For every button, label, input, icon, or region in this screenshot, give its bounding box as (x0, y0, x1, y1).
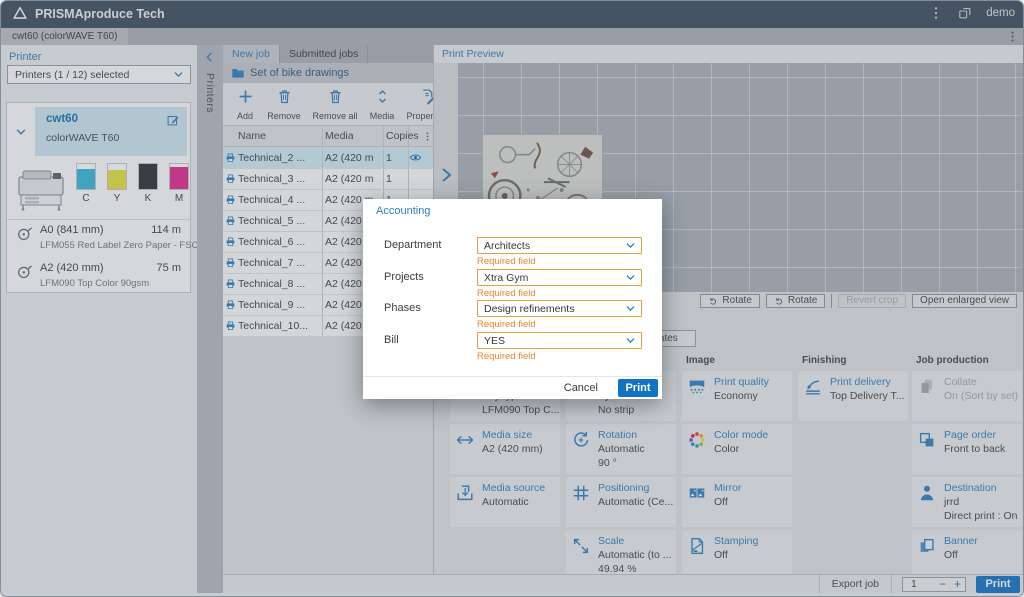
dialog-footer: Cancel Print (363, 376, 662, 399)
dialog-print-button[interactable]: Print (618, 379, 658, 397)
chevron-down-icon (624, 239, 637, 252)
cancel-button[interactable]: Cancel (554, 382, 608, 394)
field-label: Projects (384, 271, 424, 283)
app-window: PRISMAproduce Tech demo cwt60 (colorWAVE… (0, 0, 1024, 597)
phases-select[interactable]: Design refinements (477, 300, 642, 317)
chevron-down-icon (624, 271, 637, 284)
select-value: Architects (484, 240, 530, 252)
required-field-hint: Required field (477, 288, 536, 299)
select-value: YES (484, 335, 505, 347)
department-select[interactable]: Architects (477, 237, 642, 254)
select-value: Design refinements (484, 303, 574, 315)
required-field-hint: Required field (477, 351, 536, 362)
dialog-title: Accounting (376, 205, 430, 217)
required-field-hint: Required field (477, 319, 536, 330)
select-value: Xtra Gym (484, 272, 528, 284)
accounting-dialog: Accounting Department Architects Required … (363, 199, 662, 399)
field-label: Phases (384, 302, 421, 314)
chevron-down-icon (624, 334, 637, 347)
field-label: Bill (384, 334, 399, 346)
bill-select[interactable]: YES (477, 332, 642, 349)
chevron-down-icon (624, 302, 637, 315)
projects-select[interactable]: Xtra Gym (477, 269, 642, 286)
field-label: Department (384, 239, 441, 251)
required-field-hint: Required field (477, 256, 536, 267)
